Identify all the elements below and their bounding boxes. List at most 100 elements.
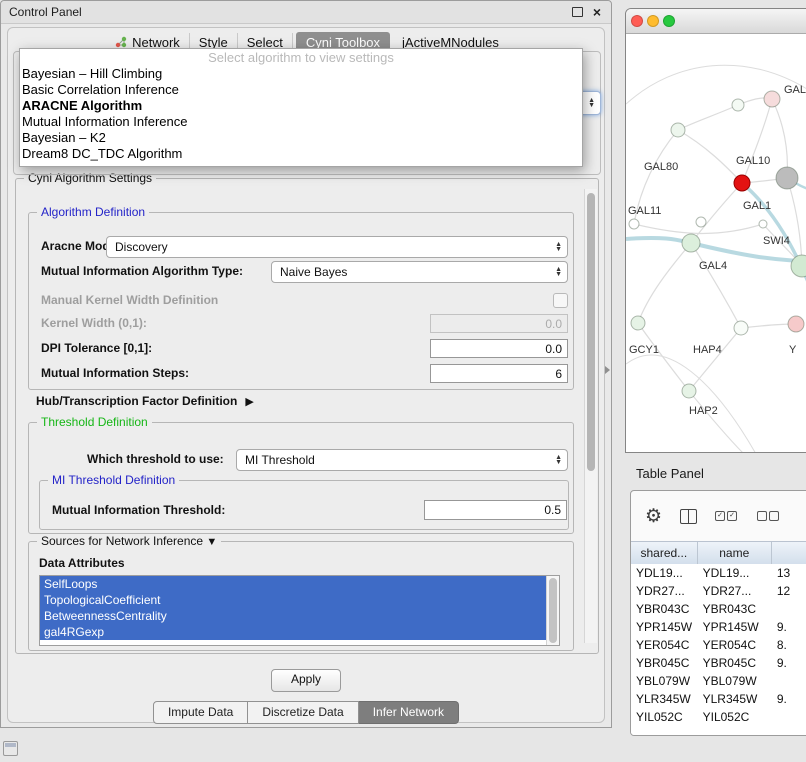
data-attributes-label: Data Attributes	[39, 556, 125, 570]
network-node[interactable]	[682, 384, 696, 398]
dropdown-placeholder: Select algorithm to view settings	[20, 49, 582, 66]
network-node[interactable]	[671, 123, 685, 137]
kernel-width-input[interactable]: 0.0	[430, 314, 568, 333]
network-node[interactable]	[734, 321, 748, 335]
network-node-label: HAP2	[689, 405, 718, 417]
bottom-tab-discretize-data[interactable]: Discretize Data	[248, 701, 358, 724]
collapse-arrow-icon: ▼	[206, 536, 217, 548]
table-row[interactable]: YBR045CYBR045C9.	[631, 654, 806, 672]
algorithm-option[interactable]: ARACNE Algorithm	[20, 98, 582, 114]
close-window-button[interactable]: ×	[589, 1, 605, 23]
sources-group-title[interactable]: Sources for Network Inference ▼	[37, 534, 221, 548]
manual-kernel-width-label: Manual Kernel Width Definition	[41, 293, 218, 307]
table-row[interactable]: YDR27...YDR27...12	[631, 582, 806, 600]
data-attributes-list-rows: SelfLoopsTopologicalCoefficientBetweenne…	[40, 576, 547, 645]
column-visibility-icon[interactable]	[680, 509, 697, 524]
panel-splitter-arrow[interactable]	[605, 366, 610, 374]
table-cell: 13	[772, 564, 806, 582]
table-cell: YLR345W	[698, 690, 772, 708]
scrollbar-thumb[interactable]	[549, 578, 557, 643]
algorithm-option[interactable]: Bayesian – Hill Climbing	[20, 66, 582, 82]
table-body: YDL19...YDL19...13YDR27...YDR27...12YBR0…	[631, 564, 806, 735]
dpi-tolerance-input[interactable]: 0.0	[430, 339, 568, 358]
network-node[interactable]	[764, 91, 780, 107]
network-node[interactable]	[732, 99, 744, 111]
hub-definition-toggle[interactable]: Hub/Transcription Factor Definition ▶	[36, 394, 254, 408]
manual-kernel-width-checkbox[interactable]	[553, 293, 568, 308]
minimize-traffic-light[interactable]	[647, 15, 659, 27]
table-settings-gear-icon[interactable]: ⚙	[645, 505, 662, 528]
network-edge	[678, 130, 742, 183]
network-node-label: GCY1	[629, 344, 659, 356]
network-node[interactable]	[788, 316, 804, 332]
mi-threshold-input[interactable]: 0.5	[424, 500, 567, 520]
float-window-icon	[572, 7, 583, 17]
algorithm-option[interactable]: Dream8 DC_TDC Algorithm	[20, 146, 582, 162]
zoom-traffic-light[interactable]	[663, 15, 675, 27]
bottom-tab-impute-data[interactable]: Impute Data	[153, 701, 248, 724]
table-row[interactable]: YER054CYER054C8.	[631, 636, 806, 654]
scrollbar-thumb[interactable]	[587, 193, 595, 471]
deselect-all-icon[interactable]	[757, 511, 781, 521]
aracne-mode-select[interactable]: Discovery ▲▼	[106, 236, 568, 258]
network-node[interactable]	[759, 220, 767, 228]
which-threshold-select[interactable]: MI Threshold ▲▼	[236, 449, 568, 471]
algorithm-option[interactable]: Basic Correlation Inference	[20, 82, 582, 98]
algorithm-option[interactable]: Bayesian – K2	[20, 130, 582, 146]
settings-scrollbar[interactable]	[584, 189, 597, 643]
network-node-label: GAL4	[699, 260, 727, 272]
network-node[interactable]	[629, 219, 639, 229]
column-header[interactable]: name	[698, 542, 772, 564]
network-node-label: GAL7	[784, 84, 806, 96]
table-cell: YBR043C	[698, 600, 772, 618]
network-node[interactable]	[791, 255, 806, 277]
mi-algorithm-type-value: Naive Bayes	[280, 265, 347, 279]
table-cell	[772, 600, 806, 618]
table-row[interactable]: YPR145WYPR145W9.	[631, 618, 806, 636]
control-panel-dock-icon[interactable]	[3, 741, 18, 756]
attribute-item[interactable]: BetweennessCentrality	[40, 608, 547, 624]
table-cell: YDR27...	[698, 582, 772, 600]
float-window-button[interactable]	[569, 1, 585, 23]
apply-button[interactable]: Apply	[271, 669, 341, 692]
cyni-algorithm-settings-group: Cyni Algorithm Settings Algorithm Defini…	[15, 178, 599, 654]
attribute-item[interactable]: TopologicalCoefficient	[40, 592, 547, 608]
algorithm-option[interactable]: Mutual Information Inference	[20, 114, 582, 130]
table-row[interactable]: YDL19...YDL19...13	[631, 564, 806, 582]
network-window-titlebar[interactable]	[626, 9, 806, 34]
network-node[interactable]	[682, 234, 700, 252]
algorithm-definition-title: Algorithm Definition	[37, 205, 149, 219]
table-row[interactable]: YBR043CYBR043C	[631, 600, 806, 618]
network-node[interactable]	[776, 167, 798, 189]
mi-steps-input[interactable]: 6	[430, 364, 568, 383]
mi-threshold-label: Mutual Information Threshold:	[52, 503, 225, 517]
expand-arrow-icon: ▶	[245, 395, 253, 408]
network-canvas[interactable]: GAL7GAL80GAL10GAL11GAL1SWI4GAL4GCY1HAP4Y…	[626, 34, 806, 452]
network-node-label: SWI4	[763, 235, 790, 247]
mi-algorithm-type-select[interactable]: Naive Bayes ▲▼	[271, 261, 568, 283]
network-node[interactable]	[734, 175, 750, 191]
attributes-list-scrollbar[interactable]	[546, 576, 559, 645]
close-traffic-light[interactable]	[631, 15, 643, 27]
network-node[interactable]	[631, 316, 645, 330]
control-panel-titlebar[interactable]: Control Panel ×	[1, 1, 611, 24]
attribute-item[interactable]: SelfLoops	[40, 576, 547, 592]
network-node[interactable]	[696, 217, 706, 227]
attribute-item[interactable]: gal4RGexp	[40, 624, 547, 640]
table-cell	[772, 708, 806, 726]
column-header[interactable]: shared...	[631, 542, 698, 564]
column-header[interactable]	[772, 542, 806, 564]
data-attributes-list[interactable]: SelfLoopsTopologicalCoefficientBetweenne…	[39, 575, 560, 646]
algorithm-dropdown: Select algorithm to view settings Bayesi…	[19, 48, 583, 167]
combo-arrows-icon: ▲▼	[555, 455, 567, 465]
network-node-label: Y	[789, 344, 797, 356]
table-row[interactable]: YLR345WYLR345W9.	[631, 690, 806, 708]
mi-threshold-definition-title: MI Threshold Definition	[48, 473, 179, 487]
table-row[interactable]: YIL052CYIL052C	[631, 708, 806, 726]
close-icon: ×	[593, 4, 601, 20]
bottom-tab-infer-network[interactable]: Infer Network	[359, 701, 459, 724]
table-header-row: shared...name	[631, 541, 806, 565]
table-row[interactable]: YBL079WYBL079W	[631, 672, 806, 690]
select-all-icon[interactable]: ✓✓	[715, 511, 739, 521]
network-graph: GAL7GAL80GAL10GAL11GAL1SWI4GAL4GCY1HAP4Y…	[626, 34, 806, 453]
